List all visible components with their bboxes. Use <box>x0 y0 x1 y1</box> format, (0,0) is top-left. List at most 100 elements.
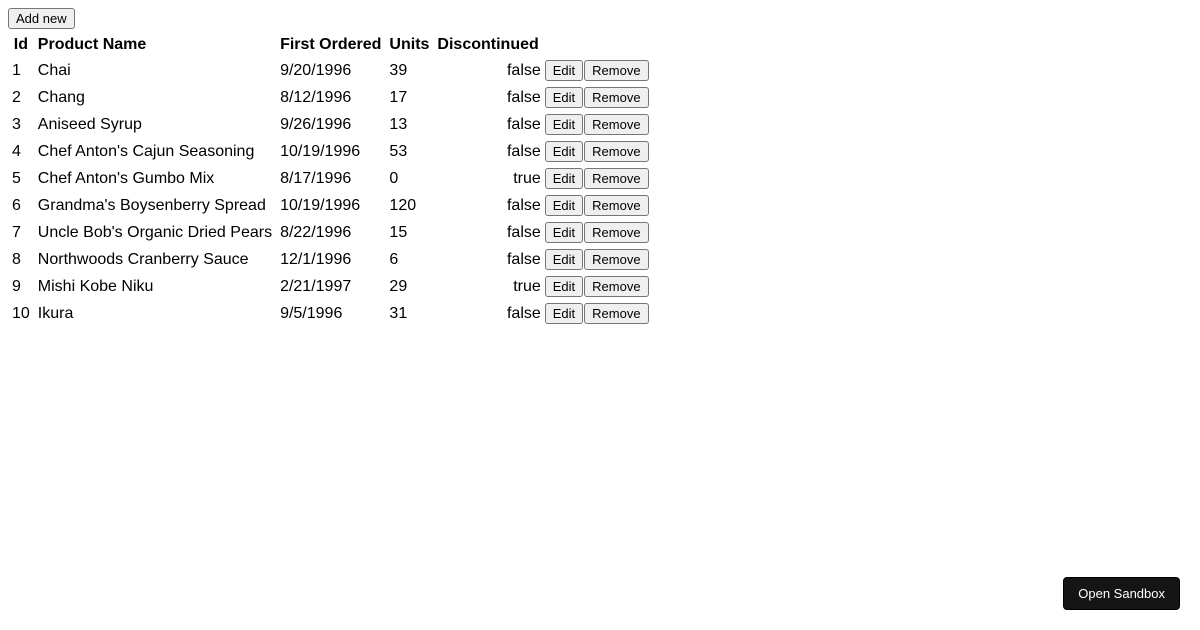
col-header-actions <box>543 33 654 57</box>
cell-product-name: Chef Anton's Gumbo Mix <box>34 165 276 192</box>
cell-discontinued: false <box>433 192 542 219</box>
edit-button[interactable]: Edit <box>545 222 583 243</box>
cell-units: 15 <box>385 219 433 246</box>
col-header-product-name: Product Name <box>34 33 276 57</box>
remove-button[interactable]: Remove <box>584 222 648 243</box>
cell-id: 5 <box>8 165 34 192</box>
add-new-button[interactable]: Add new <box>8 8 75 29</box>
cell-actions: EditRemove <box>543 219 654 246</box>
cell-product-name: Northwoods Cranberry Sauce <box>34 246 276 273</box>
cell-first-ordered: 12/1/1996 <box>276 246 385 273</box>
cell-discontinued: false <box>433 246 542 273</box>
cell-first-ordered: 8/17/1996 <box>276 165 385 192</box>
cell-units: 6 <box>385 246 433 273</box>
remove-button[interactable]: Remove <box>584 114 648 135</box>
cell-discontinued: false <box>433 84 542 111</box>
remove-button[interactable]: Remove <box>584 195 648 216</box>
cell-id: 4 <box>8 138 34 165</box>
edit-button[interactable]: Edit <box>545 276 583 297</box>
cell-id: 9 <box>8 273 34 300</box>
cell-discontinued: false <box>433 300 542 327</box>
table-row: 1Chai9/20/199639falseEditRemove <box>8 57 654 84</box>
edit-button[interactable]: Edit <box>545 195 583 216</box>
cell-units: 53 <box>385 138 433 165</box>
cell-id: 1 <box>8 57 34 84</box>
table-row: 6Grandma's Boysenberry Spread10/19/19961… <box>8 192 654 219</box>
cell-discontinued: true <box>433 165 542 192</box>
cell-units: 31 <box>385 300 433 327</box>
col-header-discontinued: Discontinued <box>433 33 542 57</box>
cell-first-ordered: 9/26/1996 <box>276 111 385 138</box>
cell-actions: EditRemove <box>543 138 654 165</box>
cell-discontinued: false <box>433 111 542 138</box>
table-row: 4Chef Anton's Cajun Seasoning10/19/19965… <box>8 138 654 165</box>
cell-first-ordered: 10/19/1996 <box>276 138 385 165</box>
cell-product-name: Uncle Bob's Organic Dried Pears <box>34 219 276 246</box>
table-row: 8Northwoods Cranberry Sauce12/1/19966fal… <box>8 246 654 273</box>
cell-first-ordered: 8/12/1996 <box>276 84 385 111</box>
edit-button[interactable]: Edit <box>545 87 583 108</box>
remove-button[interactable]: Remove <box>584 276 648 297</box>
cell-id: 6 <box>8 192 34 219</box>
cell-first-ordered: 9/20/1996 <box>276 57 385 84</box>
cell-product-name: Chang <box>34 84 276 111</box>
cell-product-name: Chai <box>34 57 276 84</box>
cell-discontinued: false <box>433 138 542 165</box>
cell-product-name: Aniseed Syrup <box>34 111 276 138</box>
cell-discontinued: true <box>433 273 542 300</box>
cell-units: 0 <box>385 165 433 192</box>
table-row: 7Uncle Bob's Organic Dried Pears8/22/199… <box>8 219 654 246</box>
cell-units: 13 <box>385 111 433 138</box>
cell-first-ordered: 10/19/1996 <box>276 192 385 219</box>
table-row: 9Mishi Kobe Niku2/21/199729trueEditRemov… <box>8 273 654 300</box>
cell-actions: EditRemove <box>543 300 654 327</box>
cell-discontinued: false <box>433 219 542 246</box>
cell-id: 3 <box>8 111 34 138</box>
table-header-row: Id Product Name First Ordered Units Disc… <box>8 33 654 57</box>
cell-first-ordered: 2/21/1997 <box>276 273 385 300</box>
remove-button[interactable]: Remove <box>584 303 648 324</box>
remove-button[interactable]: Remove <box>584 249 648 270</box>
cell-actions: EditRemove <box>543 111 654 138</box>
cell-actions: EditRemove <box>543 57 654 84</box>
cell-id: 8 <box>8 246 34 273</box>
edit-button[interactable]: Edit <box>545 60 583 81</box>
edit-button[interactable]: Edit <box>545 141 583 162</box>
remove-button[interactable]: Remove <box>584 60 648 81</box>
products-table: Id Product Name First Ordered Units Disc… <box>8 33 654 327</box>
cell-id: 2 <box>8 84 34 111</box>
cell-id: 7 <box>8 219 34 246</box>
cell-actions: EditRemove <box>543 273 654 300</box>
edit-button[interactable]: Edit <box>545 168 583 189</box>
col-header-units: Units <box>385 33 433 57</box>
table-row: 5Chef Anton's Gumbo Mix8/17/19960trueEdi… <box>8 165 654 192</box>
cell-discontinued: false <box>433 57 542 84</box>
remove-button[interactable]: Remove <box>584 87 648 108</box>
cell-product-name: Ikura <box>34 300 276 327</box>
cell-product-name: Chef Anton's Cajun Seasoning <box>34 138 276 165</box>
cell-actions: EditRemove <box>543 165 654 192</box>
edit-button[interactable]: Edit <box>545 114 583 135</box>
remove-button[interactable]: Remove <box>584 168 648 189</box>
col-header-first-ordered: First Ordered <box>276 33 385 57</box>
table-row: 2Chang8/12/199617falseEditRemove <box>8 84 654 111</box>
remove-button[interactable]: Remove <box>584 141 648 162</box>
cell-id: 10 <box>8 300 34 327</box>
cell-units: 29 <box>385 273 433 300</box>
table-row: 10Ikura9/5/199631falseEditRemove <box>8 300 654 327</box>
col-header-id: Id <box>8 33 34 57</box>
table-row: 3Aniseed Syrup9/26/199613falseEditRemove <box>8 111 654 138</box>
cell-actions: EditRemove <box>543 246 654 273</box>
cell-units: 17 <box>385 84 433 111</box>
open-sandbox-button[interactable]: Open Sandbox <box>1063 577 1180 610</box>
cell-actions: EditRemove <box>543 84 654 111</box>
edit-button[interactable]: Edit <box>545 249 583 270</box>
cell-first-ordered: 8/22/1996 <box>276 219 385 246</box>
edit-button[interactable]: Edit <box>545 303 583 324</box>
cell-product-name: Mishi Kobe Niku <box>34 273 276 300</box>
cell-actions: EditRemove <box>543 192 654 219</box>
cell-product-name: Grandma's Boysenberry Spread <box>34 192 276 219</box>
cell-units: 39 <box>385 57 433 84</box>
cell-first-ordered: 9/5/1996 <box>276 300 385 327</box>
cell-units: 120 <box>385 192 433 219</box>
